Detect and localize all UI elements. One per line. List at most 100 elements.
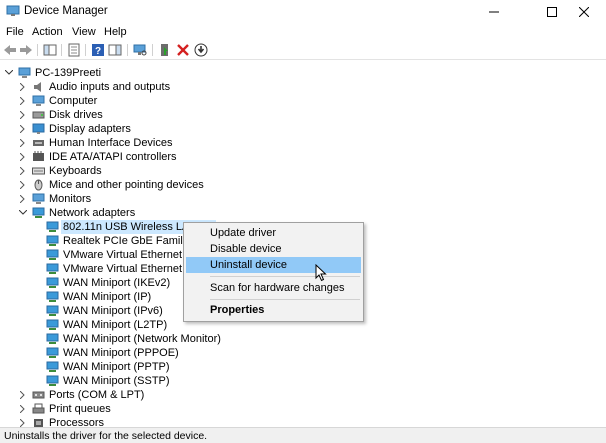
- maximize-icon: [546, 7, 557, 17]
- minimize-button[interactable]: [471, 0, 516, 24]
- show-hide-tree-icon[interactable]: [43, 43, 57, 57]
- chevron-right-icon[interactable]: [18, 416, 28, 427]
- tree-item[interactable]: Audio inputs and outputs: [18, 80, 170, 94]
- speaker-icon: [34, 82, 41, 92]
- network-adapter-icon: [46, 319, 59, 330]
- title-bar: Device Manager: [0, 0, 606, 24]
- tree-item[interactable]: Keyboards: [18, 164, 102, 178]
- tree-item[interactable]: Processors: [18, 416, 104, 427]
- network-adapter-icon: [46, 249, 59, 260]
- menu-uninstall-device[interactable]: Uninstall device: [186, 257, 361, 273]
- processor-icon: [34, 419, 43, 427]
- chevron-down-icon[interactable]: [4, 66, 14, 80]
- chevron-right-icon[interactable]: [18, 136, 28, 150]
- network-adapter-label: WAN Miniport (IPv6): [63, 305, 163, 317]
- tree-item[interactable]: Display adapters: [18, 122, 131, 136]
- toolbar: ?: [0, 42, 606, 59]
- network-adapter-icon: [46, 305, 59, 316]
- tree-item-label: Keyboards: [49, 165, 102, 177]
- close-button[interactable]: [561, 0, 606, 24]
- chevron-right-icon[interactable]: [18, 150, 28, 164]
- network-adapter-label: WAN Miniport (PPTP): [63, 361, 170, 373]
- tree-item[interactable]: Computer: [18, 94, 97, 108]
- network-adapter-icon: [46, 375, 59, 386]
- menu-properties[interactable]: Properties: [186, 302, 361, 318]
- network-adapter-icon: [46, 361, 59, 372]
- chevron-right-icon[interactable]: [18, 108, 28, 122]
- tree-root[interactable]: PC-139Preeti: [4, 66, 101, 80]
- context-menu: Update driver Disable device Uninstall d…: [183, 222, 364, 322]
- computer-icon: [32, 95, 45, 106]
- mouse-cursor-icon: [315, 264, 327, 282]
- tree-item-label: Network adapters: [49, 207, 136, 219]
- network-adapter-label: WAN Miniport (L2TP): [63, 319, 168, 331]
- chevron-down-icon[interactable]: [18, 206, 28, 220]
- menu-file[interactable]: File: [6, 26, 24, 38]
- chevron-right-icon[interactable]: [18, 122, 28, 136]
- network-adapter-item[interactable]: WAN Miniport (Network Monitor): [46, 332, 221, 346]
- chevron-right-icon[interactable]: [18, 402, 28, 416]
- tree-item[interactable]: Monitors: [18, 192, 91, 206]
- network-adapter-item[interactable]: WAN Miniport (PPPOE): [46, 346, 179, 360]
- tree-item-label: Ports (COM & LPT): [49, 389, 145, 401]
- help-icon[interactable]: ?: [91, 43, 105, 57]
- network-adapter-item[interactable]: WAN Miniport (IP): [46, 290, 151, 304]
- uninstall-device-icon[interactable]: [176, 43, 190, 57]
- network-adapter-icon: [46, 291, 59, 302]
- network-adapter-item[interactable]: WAN Miniport (L2TP): [46, 318, 167, 332]
- tree-item-label: Processors: [49, 417, 105, 427]
- network-adapter-icon: [46, 263, 59, 274]
- chevron-right-icon[interactable]: [18, 192, 28, 206]
- network-adapter-item[interactable]: WAN Miniport (SSTP): [46, 374, 170, 388]
- tree-item[interactable]: Human Interface Devices: [18, 136, 173, 150]
- scan-hardware-icon[interactable]: [133, 43, 147, 57]
- computer-icon: [18, 67, 31, 78]
- network-adapter-item[interactable]: WAN Miniport (IPv6): [46, 304, 163, 318]
- tree-item[interactable]: Disk drives: [18, 108, 103, 122]
- network-adapter-label: WAN Miniport (PPPOE): [63, 347, 179, 359]
- tree-item[interactable]: Ports (COM & LPT): [18, 388, 144, 402]
- chevron-right-icon[interactable]: [18, 80, 28, 94]
- network-adapter-item[interactable]: WAN Miniport (PPTP): [46, 360, 170, 374]
- menu-disable-device[interactable]: Disable device: [186, 241, 361, 257]
- chevron-right-icon[interactable]: [18, 164, 28, 178]
- device-manager-icon: [6, 5, 20, 16]
- chevron-right-icon[interactable]: [18, 178, 28, 192]
- network-adapter-icon: [46, 221, 59, 232]
- back-arrow-icon[interactable]: [3, 43, 17, 57]
- network-adapter-icon: [46, 277, 59, 288]
- menu-scan-hardware[interactable]: Scan for hardware changes: [186, 280, 361, 296]
- tree-item-label: Human Interface Devices: [49, 137, 173, 149]
- network-adapter-label: WAN Miniport (IP): [63, 291, 152, 303]
- network-adapter-label: WAN Miniport (Network Monitor): [63, 333, 221, 345]
- download-driver-icon[interactable]: [194, 43, 208, 57]
- forward-arrow-icon[interactable]: [19, 43, 33, 57]
- network-adapter-item[interactable]: WAN Miniport (IKEv2): [46, 276, 170, 290]
- menu-bar: File Action View Help: [0, 24, 606, 42]
- tree-item-label: Disk drives: [49, 109, 103, 121]
- network-adapter-icon: [46, 347, 59, 358]
- disk-drive-icon: [32, 111, 45, 119]
- minimize-icon: [488, 11, 499, 13]
- menu-action[interactable]: Action: [32, 26, 63, 38]
- tree-item-label: Audio inputs and outputs: [49, 81, 171, 93]
- ide-controller-icon: [33, 151, 44, 161]
- properties-sheet-icon[interactable]: [67, 43, 81, 57]
- action-pane-icon[interactable]: [108, 43, 122, 57]
- status-text: Uninstalls the driver for the selected d…: [4, 430, 208, 442]
- menu-help[interactable]: Help: [104, 26, 127, 38]
- chevron-right-icon[interactable]: [18, 388, 28, 402]
- menu-view[interactable]: View: [72, 26, 96, 38]
- tree-item-label: Monitors: [49, 193, 92, 205]
- tree-item[interactable]: Mice and other pointing devices: [18, 178, 204, 192]
- monitor-icon: [32, 193, 45, 204]
- tree-item[interactable]: Network adapters: [18, 206, 135, 220]
- update-driver-icon[interactable]: [158, 43, 172, 57]
- network-adapter-icon: [32, 207, 45, 218]
- chevron-right-icon[interactable]: [18, 94, 28, 108]
- tree-item-label: Mice and other pointing devices: [49, 179, 204, 191]
- keyboard-icon: [32, 167, 45, 175]
- tree-item[interactable]: Print queues: [18, 402, 111, 416]
- tree-item[interactable]: IDE ATA/ATAPI controllers: [18, 150, 177, 164]
- menu-update-driver[interactable]: Update driver: [186, 225, 361, 241]
